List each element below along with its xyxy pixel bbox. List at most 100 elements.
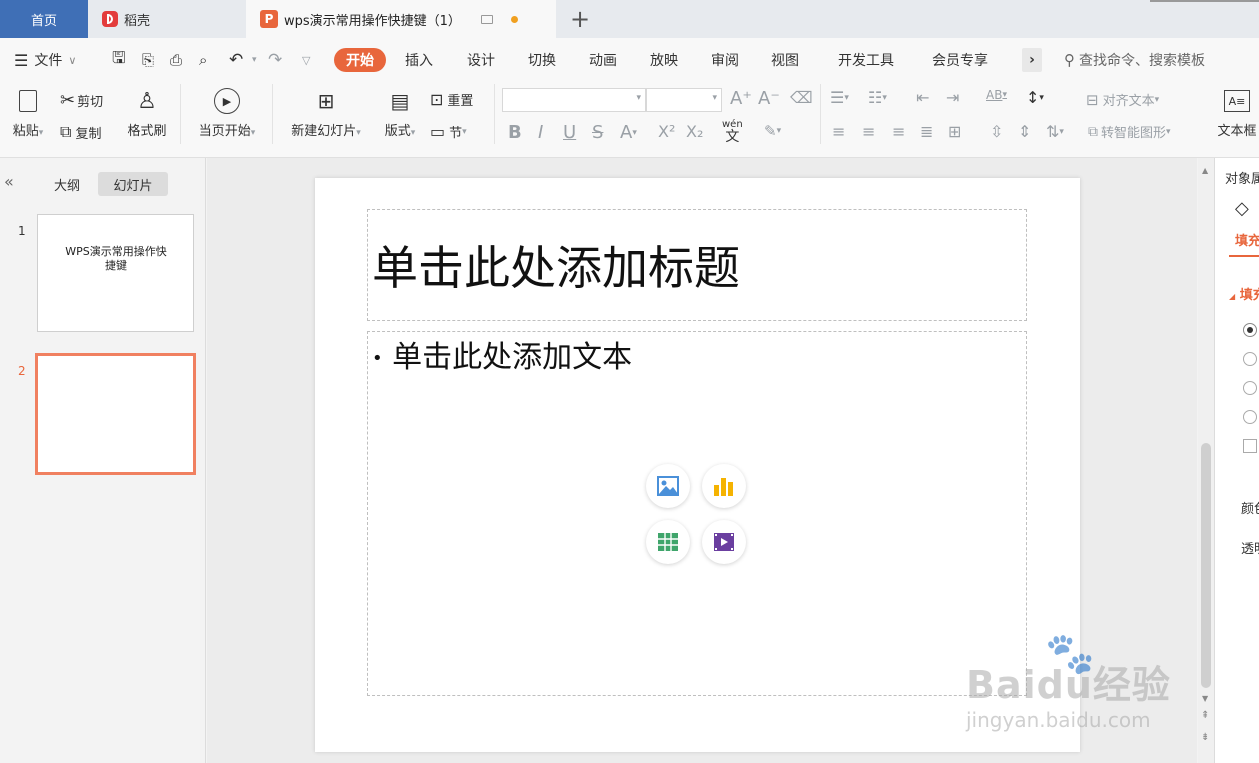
tab-home[interactable]: 首页 — [0, 0, 88, 38]
cut-button[interactable]: ✂ 剪切 — [60, 90, 103, 111]
layout-button[interactable]: ▤ 版式▾ — [378, 88, 422, 139]
tab-document[interactable]: P wps演示常用操作快捷键（1） — [246, 0, 556, 38]
fill-section-header[interactable]: ◢ 填充 — [1229, 284, 1259, 303]
paragraph-spacing-icon[interactable]: ⇕ — [1018, 122, 1031, 141]
print-preview-icon[interactable]: ⌕ — [199, 48, 207, 72]
radio-selected[interactable] — [1243, 323, 1257, 337]
pinyin-button[interactable]: wén 文 — [722, 120, 743, 145]
clear-format-icon[interactable]: ⌫ — [790, 88, 813, 107]
checkbox[interactable] — [1243, 439, 1257, 453]
tab-slideshow[interactable]: 放映 — [650, 48, 678, 72]
tab-view[interactable]: 视图 — [771, 48, 799, 72]
slide-thumbnail-selected[interactable] — [35, 353, 196, 475]
column-spacing-icon[interactable]: ⇳ — [990, 122, 1003, 141]
tab-animation[interactable]: 动画 — [589, 48, 617, 72]
content-placeholder[interactable]: • 单击此处添加文本 — [367, 331, 1027, 696]
strikethrough-icon[interactable]: S — [592, 122, 603, 143]
copy-label: 复制 — [75, 126, 102, 142]
vertical-scrollbar[interactable]: ▲ ▼ ⇞ ⇟ — [1198, 158, 1214, 763]
align-right-icon[interactable]: ≡ — [892, 122, 905, 141]
shape-fill-icon[interactable]: ◇ — [1235, 198, 1249, 219]
format-painter-button[interactable]: ♙ 格式刷 — [122, 88, 172, 140]
superscript-icon[interactable]: X² — [658, 122, 675, 141]
tab-switch[interactable]: 切换 — [528, 48, 556, 72]
text-case-icon[interactable]: AB ▾ — [986, 88, 1007, 102]
more-tabs-button[interactable]: › — [1022, 48, 1042, 72]
bullet-list-icon[interactable]: ☰ ▾ — [830, 88, 849, 107]
font-size-select[interactable]: ▾ — [646, 88, 722, 112]
decrease-font-icon[interactable]: A⁻ — [758, 88, 780, 109]
insert-picture-button[interactable] — [646, 464, 690, 508]
quick-access-dropdown-icon[interactable]: ▽ — [302, 48, 310, 72]
tab-document-label: wps演示常用操作快捷键（1） — [284, 13, 461, 29]
distributed-icon[interactable]: ⊞ — [948, 122, 961, 141]
numbered-list-icon[interactable]: ☷ ▾ — [868, 88, 887, 107]
tab-start[interactable]: 开始 — [334, 48, 386, 72]
align-left-icon[interactable]: ≡ — [832, 122, 845, 141]
tab-fill[interactable]: 填充 — [1235, 230, 1259, 249]
radio-option[interactable] — [1243, 410, 1257, 424]
radio-option[interactable] — [1243, 352, 1257, 366]
insert-chart-button[interactable] — [702, 464, 746, 508]
search-command[interactable]: ⚲ 查找命令、搜索模板 — [1064, 48, 1205, 72]
text-box-button[interactable]: A≡ 文本框 — [1212, 88, 1259, 139]
tab-insert[interactable]: 插入 — [405, 48, 433, 72]
paste-button[interactable]: 粘贴▾ — [8, 88, 48, 139]
highlight-icon[interactable]: ✎ ▾ — [764, 122, 781, 140]
tab-slides[interactable]: 幻灯片 — [98, 172, 168, 196]
tab-daoke[interactable]: 稻壳 — [88, 0, 246, 38]
line-spacing-icon[interactable]: ↕ ▾ — [1026, 88, 1044, 107]
insert-video-button[interactable] — [702, 520, 746, 564]
pinyin-char-icon: 文 — [725, 129, 740, 145]
radio-option[interactable] — [1243, 381, 1257, 395]
spacing-dropdown-icon[interactable]: ⇅ ▾ — [1046, 122, 1064, 141]
tab-review[interactable]: 审阅 — [711, 48, 739, 72]
title-placeholder[interactable]: 单击此处添加标题 — [367, 209, 1027, 321]
next-slide-icon[interactable]: ⇟ — [1201, 732, 1209, 743]
tab-outline[interactable]: 大纲 — [42, 172, 92, 196]
file-menu[interactable]: ☰ 文件 ∨ — [14, 48, 76, 72]
tab-devtools[interactable]: 开发工具 — [838, 48, 894, 72]
undo-icon[interactable]: ↶ — [229, 48, 243, 72]
collapse-panel-button[interactable]: « — [4, 172, 14, 191]
scroll-up-icon[interactable]: ▲ — [1202, 166, 1208, 175]
slide-thumbnail[interactable]: WPS演示常用操作快捷键 — [37, 214, 194, 332]
picture-icon — [657, 476, 679, 496]
subscript-icon[interactable]: X₂ — [686, 122, 703, 141]
prev-slide-icon[interactable]: ⇞ — [1201, 710, 1209, 721]
underline-icon[interactable]: U — [563, 122, 576, 143]
section-button[interactable]: ▭ 节 ▾ — [430, 122, 467, 141]
new-slide-button[interactable]: ⊞ 新建幻灯片▾ — [282, 88, 370, 139]
tab-design[interactable]: 设计 — [467, 48, 495, 72]
undo-dropdown-icon[interactable]: ▾ — [252, 48, 257, 72]
justify-icon[interactable]: ≣ — [920, 122, 933, 141]
increase-indent-icon[interactable]: ⇥ — [946, 88, 959, 107]
font-family-select[interactable]: ▾ — [502, 88, 646, 112]
save-icon[interactable]: 🖫 — [112, 48, 126, 72]
decrease-indent-icon[interactable]: ⇤ — [916, 88, 929, 107]
print-icon[interactable]: ⎙ — [170, 48, 182, 72]
layout-icon: ▤ — [390, 89, 410, 113]
daoke-logo-icon — [102, 11, 118, 27]
new-tab-button[interactable]: + — [570, 0, 590, 38]
align-text-label: 对齐文本 — [1102, 94, 1155, 109]
export-pdf-icon[interactable]: ⎘ — [142, 48, 154, 72]
italic-icon[interactable]: I — [538, 122, 543, 143]
font-color-icon[interactable]: A ▾ — [620, 122, 637, 143]
copy-button[interactable]: ⧉ 复制 — [60, 122, 101, 142]
smart-art-button[interactable]: ⧉ 转智能图形 ▾ — [1088, 122, 1171, 142]
insert-table-button[interactable] — [646, 520, 690, 564]
scroll-thumb[interactable] — [1201, 443, 1211, 688]
scroll-down-icon[interactable]: ▼ — [1202, 694, 1208, 703]
increase-font-icon[interactable]: A⁺ — [730, 88, 752, 109]
play-from-current-button[interactable]: ▶ 当页开始▾ — [190, 88, 264, 139]
tab-member[interactable]: 会员专享 — [932, 48, 988, 72]
redo-icon[interactable]: ↷ — [268, 48, 282, 72]
monitor-icon[interactable] — [480, 14, 493, 24]
align-center-icon[interactable]: ≡ — [862, 122, 875, 141]
chevron-down-icon: ▾ — [712, 93, 717, 103]
bold-icon[interactable]: B — [508, 122, 522, 143]
reset-button[interactable]: ⊡ 重置 — [430, 90, 473, 109]
tab-bar: 首页 稻壳 P wps演示常用操作快捷键（1） + — [0, 0, 1259, 38]
align-text-button[interactable]: ⊟ 对齐文本 ▾ — [1086, 90, 1159, 110]
